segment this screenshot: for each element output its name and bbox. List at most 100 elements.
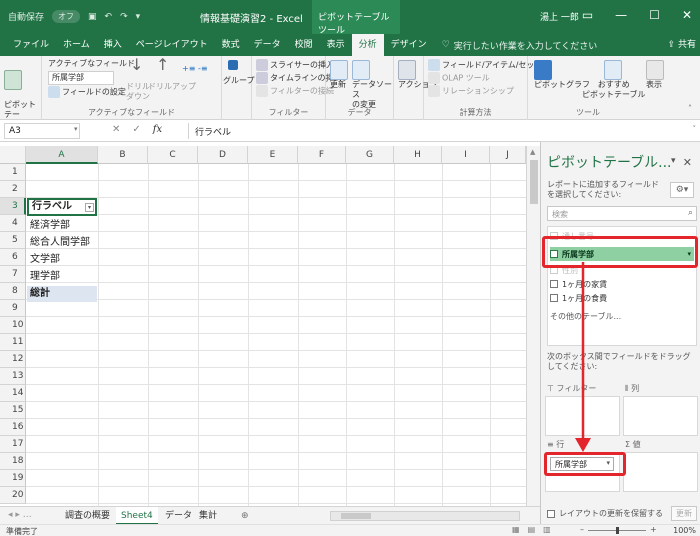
pane-options-chevron-icon[interactable]: ▾ bbox=[671, 156, 676, 166]
close-icon[interactable]: ✕ bbox=[682, 8, 692, 22]
add-sheet-icon[interactable]: ⊕ bbox=[236, 507, 254, 525]
pivot-row-item[interactable]: 理学部 bbox=[27, 269, 97, 285]
zoom-in-icon[interactable]: + bbox=[650, 525, 657, 534]
horizontal-scrollbar[interactable] bbox=[330, 511, 520, 521]
column-header-E[interactable]: E bbox=[248, 146, 298, 164]
tab-view[interactable]: 表示 bbox=[320, 34, 352, 56]
row-header-16[interactable]: 16 bbox=[0, 419, 26, 436]
collapse-field-icon[interactable]: -≡ bbox=[198, 64, 208, 74]
save-icon[interactable]: ▣ bbox=[88, 12, 97, 22]
vertical-scroll-thumb[interactable] bbox=[530, 160, 538, 204]
row-header-2[interactable]: 2 bbox=[0, 181, 26, 198]
group-button[interactable]: グループ bbox=[223, 76, 255, 86]
row-header-6[interactable]: 6 bbox=[0, 249, 26, 266]
row-header-17[interactable]: 17 bbox=[0, 436, 26, 453]
column-header-I[interactable]: I bbox=[442, 146, 490, 164]
confirm-entry-icon[interactable]: ✓ bbox=[132, 124, 140, 135]
insert-slicer-button[interactable]: スライサーの挿入 bbox=[256, 59, 334, 71]
field-checkbox[interactable] bbox=[550, 294, 558, 302]
zoom-slider[interactable] bbox=[588, 527, 646, 534]
tell-me-box[interactable]: ♡ 実行したい作業を入力してください bbox=[442, 39, 598, 52]
pivot-row-item[interactable]: 経済学部 bbox=[27, 218, 97, 234]
undo-icon[interactable]: ↶ bbox=[105, 12, 113, 22]
column-header-B[interactable]: B bbox=[98, 146, 148, 164]
row-header-14[interactable]: 14 bbox=[0, 385, 26, 402]
autosave-toggle[interactable]: オフ bbox=[52, 10, 81, 23]
pane-close-icon[interactable]: ✕ bbox=[683, 156, 692, 169]
row-header-4[interactable]: 4 bbox=[0, 215, 26, 232]
more-tables-link[interactable]: その他のテーブル... bbox=[550, 309, 694, 323]
tab-data[interactable]: データ bbox=[247, 34, 288, 56]
row-header-7[interactable]: 7 bbox=[0, 266, 26, 283]
redo-icon[interactable]: ↷ bbox=[120, 12, 128, 22]
tab-home[interactable]: ホーム bbox=[56, 34, 97, 56]
refresh-button[interactable]: 更新 bbox=[330, 60, 350, 90]
select-all-corner[interactable] bbox=[0, 146, 26, 164]
sheet-tab-sheet4[interactable]: Sheet4 bbox=[116, 507, 158, 525]
worksheet-grid[interactable]: A B C D E F G H I J 1 2 3 4 5 6 7 8 9 10 11 12 13 14 1… bbox=[0, 146, 526, 506]
insert-function-icon[interactable]: fx bbox=[153, 124, 162, 135]
row-header-12[interactable]: 12 bbox=[0, 351, 26, 368]
field-checkbox[interactable] bbox=[550, 280, 558, 288]
fields-items-sets-button[interactable]: フィールド/アイテム/セット bbox=[428, 59, 542, 71]
page-layout-view-icon[interactable]: ▤ bbox=[528, 525, 536, 534]
row-header-20[interactable]: 20 bbox=[0, 487, 26, 504]
row-header-11[interactable]: 11 bbox=[0, 334, 26, 351]
row-labels-filter-dropdown-icon[interactable]: ▾ bbox=[85, 203, 94, 212]
filter-connections-button[interactable]: フィルターの接続 bbox=[256, 85, 334, 97]
drill-up-arrow-icon[interactable]: ↑ bbox=[156, 57, 169, 73]
pivot-row-item[interactable]: 総合人間学部 bbox=[27, 235, 97, 251]
horizontal-scroll-thumb[interactable] bbox=[341, 513, 371, 519]
column-header-J[interactable]: J bbox=[490, 146, 526, 164]
row-header-19[interactable]: 19 bbox=[0, 470, 26, 487]
name-box[interactable]: A3 bbox=[4, 123, 80, 139]
user-name[interactable]: 湯上 一郎 bbox=[540, 10, 579, 23]
normal-view-icon[interactable]: ▦ bbox=[512, 525, 520, 534]
cell-A3-row-labels[interactable]: 行ラベル ▾ bbox=[27, 198, 97, 216]
defer-update-checkbox[interactable] bbox=[547, 509, 555, 518]
ribbon-display-icon[interactable]: ▭ bbox=[582, 8, 593, 22]
sheet-nav-arrows-icon[interactable]: ◂ ▸ … bbox=[8, 510, 32, 520]
row-header-18[interactable]: 18 bbox=[0, 453, 26, 470]
expand-formula-bar-icon[interactable]: ˅ bbox=[693, 125, 697, 133]
column-header-D[interactable]: D bbox=[198, 146, 248, 164]
tab-formulas[interactable]: 数式 bbox=[215, 34, 247, 56]
maximize-icon[interactable]: ☐ bbox=[649, 8, 660, 22]
row-header-1[interactable]: 1 bbox=[0, 164, 26, 181]
zoom-level[interactable]: 100% bbox=[673, 526, 696, 535]
collapse-ribbon-icon[interactable]: ˄ bbox=[688, 104, 692, 114]
filters-drop-zone[interactable] bbox=[545, 396, 620, 436]
tab-insert[interactable]: 挿入 bbox=[97, 34, 129, 56]
row-header-3[interactable]: 3 bbox=[0, 198, 26, 215]
row-header-15[interactable]: 15 bbox=[0, 402, 26, 419]
formula-input[interactable]: 行ラベル bbox=[188, 123, 688, 139]
customize-qat-icon[interactable]: ▾ bbox=[136, 12, 141, 22]
page-break-view-icon[interactable]: ▥ bbox=[543, 525, 551, 534]
drill-down-arrow-icon[interactable]: ↓ bbox=[130, 57, 143, 73]
row-header-5[interactable]: 5 bbox=[0, 232, 26, 249]
drill-up-button[interactable]: ドリルアップ bbox=[148, 82, 196, 92]
row-header-10[interactable]: 10 bbox=[0, 317, 26, 334]
update-button[interactable]: 更新 bbox=[671, 506, 697, 521]
column-header-H[interactable]: H bbox=[394, 146, 442, 164]
column-header-G[interactable]: G bbox=[346, 146, 394, 164]
recommended-pivot-button[interactable]: おすすめ ピボットテーブル bbox=[582, 60, 646, 100]
sheet-tab-data[interactable]: データ bbox=[160, 507, 197, 525]
tab-review[interactable]: 校閲 bbox=[288, 34, 320, 56]
column-header-C[interactable]: C bbox=[148, 146, 198, 164]
sheet-tab-summary[interactable]: 集計 bbox=[194, 507, 222, 525]
show-button[interactable]: 表示 bbox=[646, 60, 666, 90]
column-header-A[interactable]: A bbox=[26, 146, 98, 164]
zoom-slider-knob[interactable] bbox=[616, 527, 619, 534]
tab-analyze[interactable]: 分析 bbox=[351, 34, 384, 56]
active-field-input[interactable]: 所属学部 bbox=[48, 71, 114, 85]
tab-page-layout[interactable]: ページレイアウト bbox=[129, 34, 215, 56]
row-header-13[interactable]: 13 bbox=[0, 368, 26, 385]
row-header-9[interactable]: 9 bbox=[0, 300, 26, 317]
field-item-monthly-rent[interactable]: 1ヶ月の家賃 bbox=[550, 277, 694, 291]
column-header-F[interactable]: F bbox=[298, 146, 346, 164]
pane-tools-gear-icon[interactable]: ⚙▾ bbox=[670, 182, 694, 198]
sheet-tab-survey-overview[interactable]: 調査の概要 bbox=[60, 507, 115, 525]
tab-design[interactable]: デザイン bbox=[384, 34, 434, 56]
tab-file[interactable]: ファイル bbox=[6, 34, 56, 56]
